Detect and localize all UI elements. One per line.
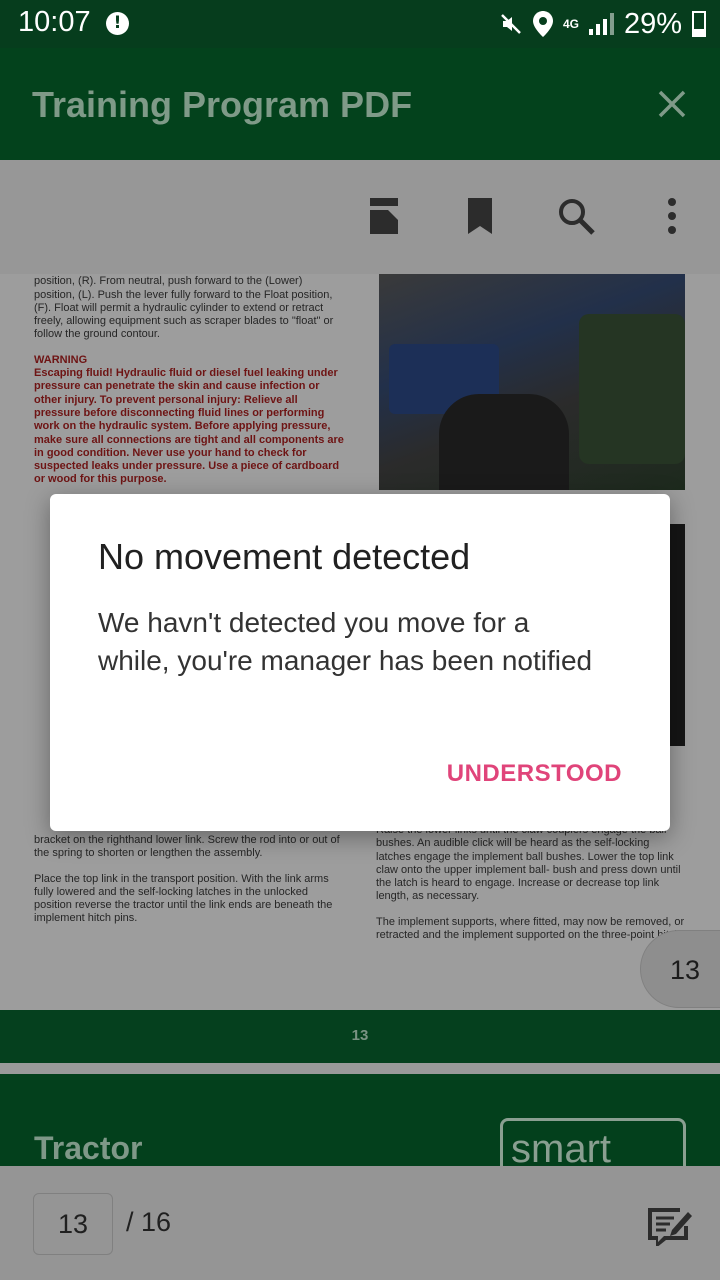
search-icon[interactable] <box>556 196 596 236</box>
floating-page-number: 13 <box>640 930 720 1008</box>
next-pdf-page[interactable]: Tractor smart <box>0 1074 720 1166</box>
tractor-photo <box>379 274 685 490</box>
dialog-message: We havn't detected you move for a while,… <box>98 607 593 676</box>
annotate-icon[interactable] <box>644 1202 694 1246</box>
bookmark-icon[interactable] <box>466 196 494 236</box>
warning-heading: WARNING <box>34 353 88 366</box>
close-icon[interactable] <box>656 88 688 120</box>
alert-icon: ! <box>106 12 129 35</box>
pdf-toolbar <box>0 160 720 274</box>
battery-percent: 29% <box>623 7 682 40</box>
warning-text: Escaping fluid! Hydraulic fluid or diese… <box>34 367 344 486</box>
network-type: 4G <box>562 17 579 31</box>
pdf-paragraph: Raise the lower links until the claw cou… <box>376 824 681 903</box>
pdf-paragraph: The implement supports, where fitted, ma… <box>376 915 685 942</box>
page-footer-band: 13 <box>0 1010 720 1063</box>
battery-icon <box>692 11 706 37</box>
total-pages: / 16 <box>126 1207 172 1237</box>
pdf-left-bottom: bracket on the righthand lower link. Scr… <box>34 834 346 938</box>
pdf-left-column: Pull the lever back from the neutral pos… <box>34 274 346 499</box>
movement-dialog: No movement detected We havn't detected … <box>50 494 670 831</box>
bottom-bar: 13 / 16 <box>0 1166 720 1280</box>
understood-button[interactable]: UNDERSTOOD <box>447 760 622 788</box>
location-icon <box>532 11 553 37</box>
pdf-paragraph: Pull the lever back from the neutral pos… <box>34 275 334 341</box>
page-number-input[interactable]: 13 <box>33 1193 113 1255</box>
dialog-title: No movement detected <box>98 536 471 577</box>
status-bar: 10:07 ! 4G 29% <box>0 0 720 48</box>
status-right: 4G 29% <box>499 6 706 42</box>
page-layout-icon[interactable] <box>368 196 400 236</box>
pdf-right-column: Raise the lower links until the claw cou… <box>376 824 686 954</box>
smart-logo: smart <box>500 1118 686 1166</box>
mute-icon <box>501 14 521 34</box>
signal-icon <box>588 13 614 35</box>
app-bar: Training Program PDF <box>0 48 720 160</box>
pdf-paragraph: Place the top link in the transport posi… <box>34 872 333 925</box>
status-time: 10:07 <box>18 6 91 38</box>
more-vert-icon[interactable] <box>664 196 680 236</box>
page-band-number: 13 <box>351 1027 369 1044</box>
next-page-heading: Tractor <box>34 1130 143 1166</box>
pdf-paragraph: bracket on the righthand lower link. Scr… <box>34 834 340 860</box>
app-title: Training Program PDF <box>32 84 413 125</box>
